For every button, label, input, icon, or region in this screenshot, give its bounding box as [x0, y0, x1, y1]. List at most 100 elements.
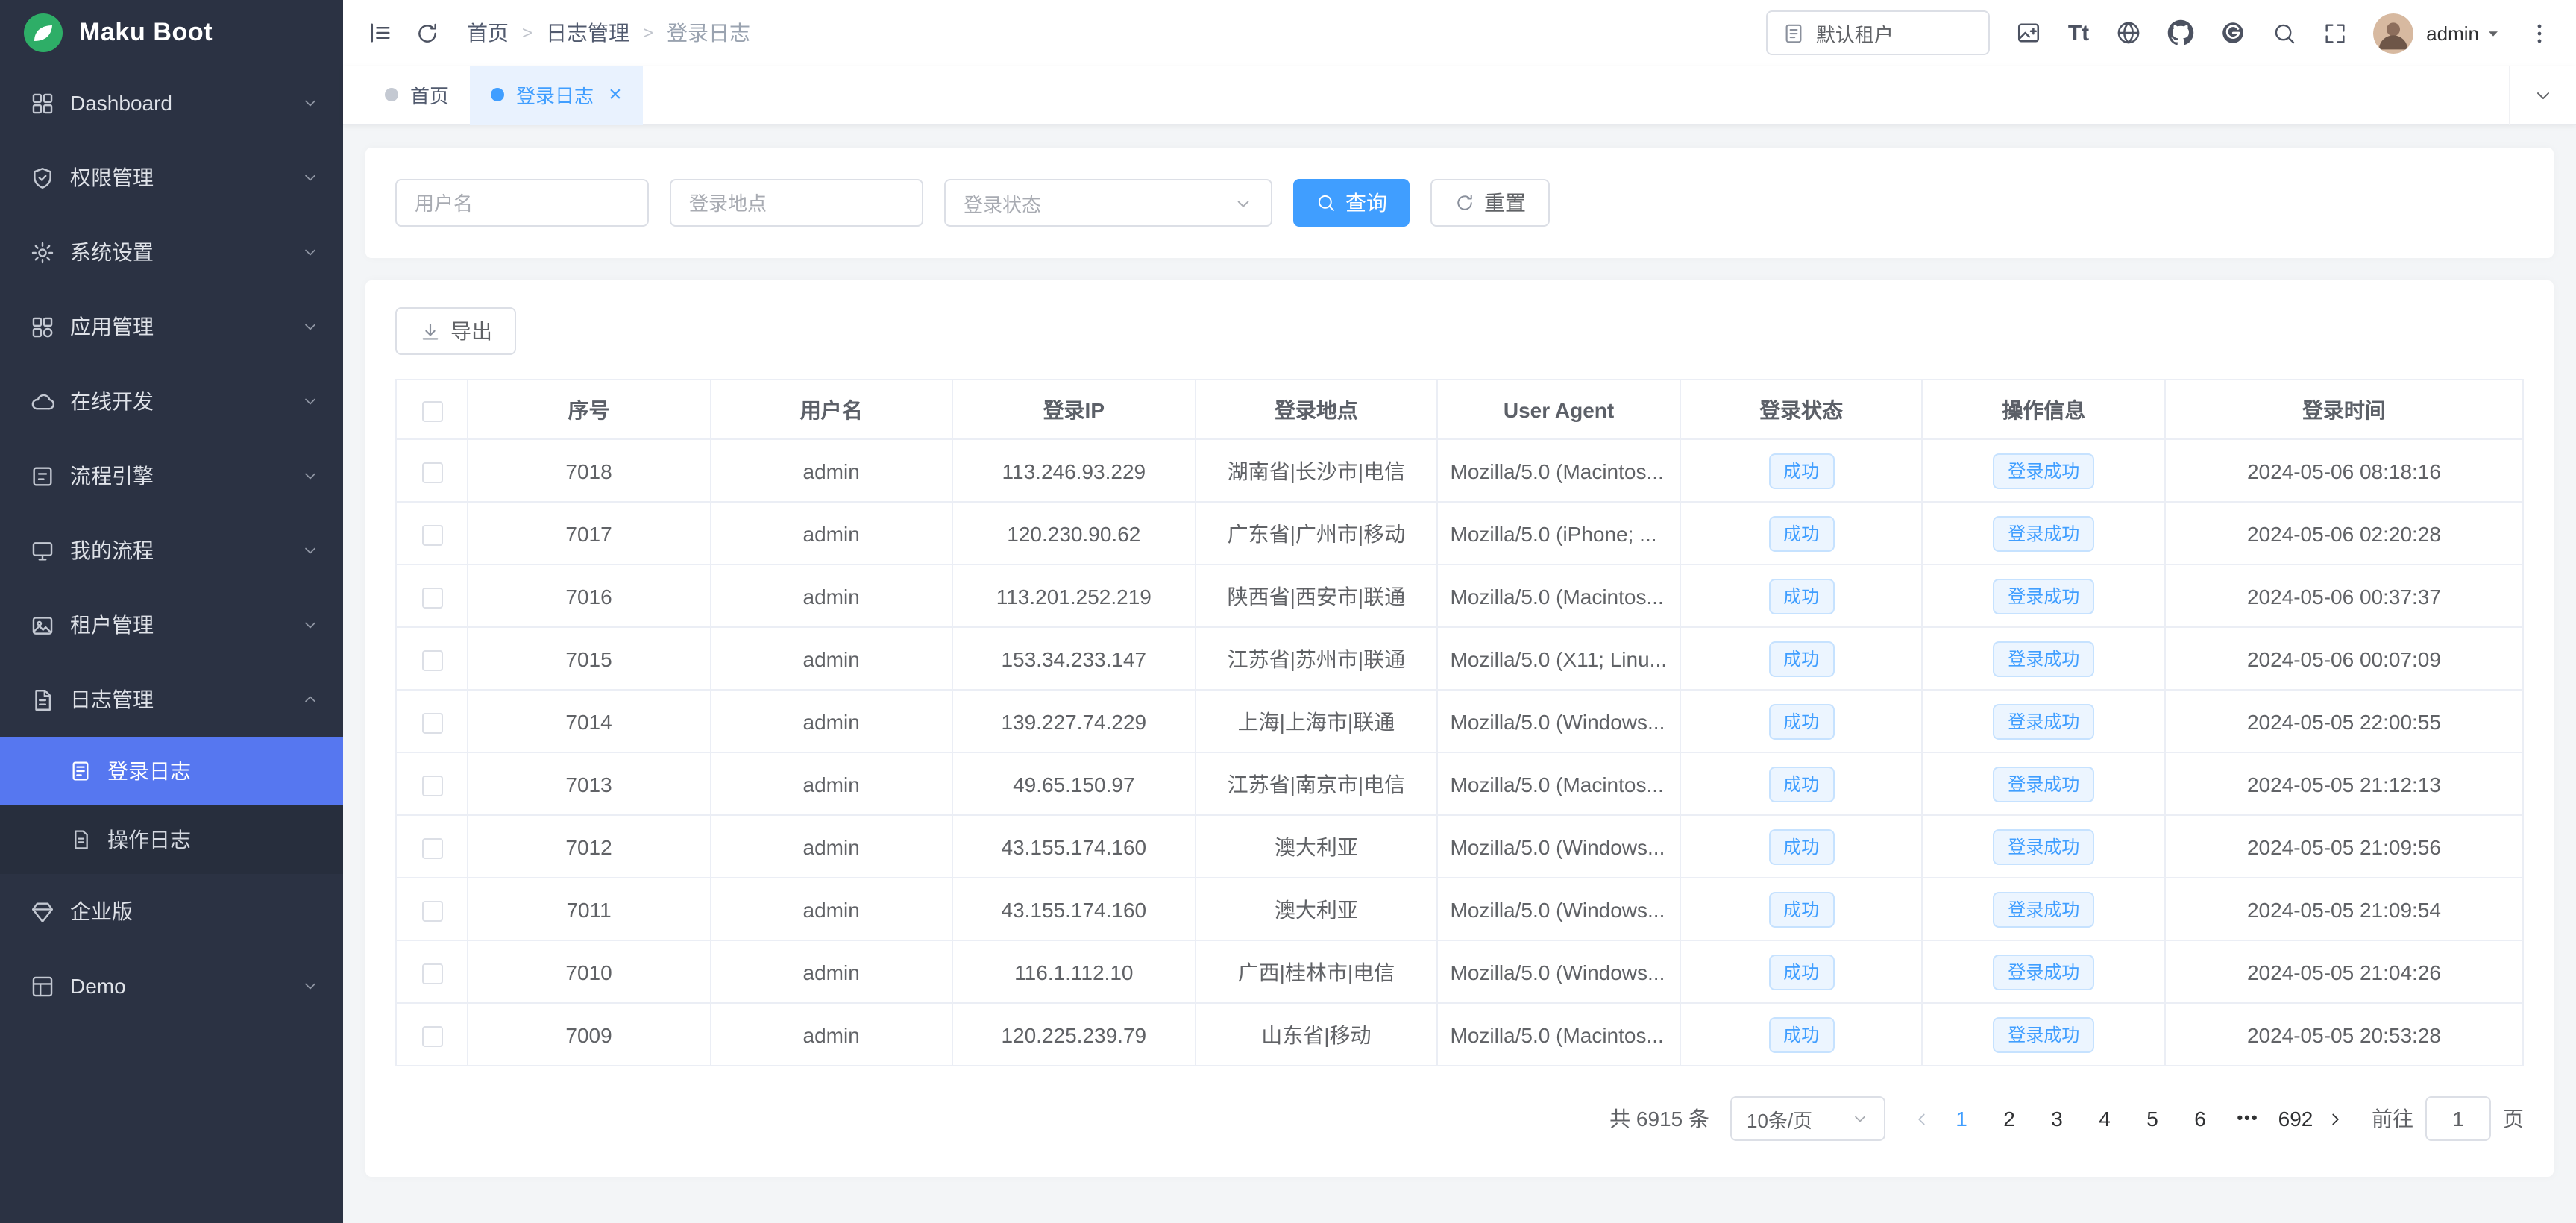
- cell-ip: 43.155.174.160: [952, 815, 1195, 878]
- sidebar-item-log-manage[interactable]: 日志管理: [0, 662, 343, 737]
- sidebar-item-login-log[interactable]: 登录日志: [0, 737, 343, 805]
- column-header[interactable]: 序号: [468, 380, 710, 439]
- language-button[interactable]: [2114, 19, 2141, 46]
- cell-user-agent: Mozilla/5.0 (Windows...: [1438, 690, 1680, 752]
- breadcrumb-item[interactable]: 首页: [467, 18, 509, 48]
- gear-icon: [30, 239, 55, 265]
- operation-badge[interactable]: 登录成功: [1993, 891, 2094, 927]
- column-header[interactable]: 用户名: [710, 380, 952, 439]
- github-button[interactable]: [2167, 19, 2193, 46]
- cell-ip: 153.34.233.147: [952, 627, 1195, 690]
- operation-badge[interactable]: 登录成功: [1993, 641, 2094, 676]
- tabs-dropdown-button[interactable]: [2509, 65, 2576, 125]
- operation-badge[interactable]: 登录成功: [1993, 1016, 2094, 1052]
- sidebar-item-permission[interactable]: 权限管理: [0, 140, 343, 215]
- sidebar-item-app-manage[interactable]: 应用管理: [0, 289, 343, 364]
- column-header[interactable]: 登录状态: [1680, 380, 1923, 439]
- page-number[interactable]: 4: [2082, 1096, 2127, 1141]
- cell-username: admin: [710, 565, 952, 627]
- page-number[interactable]: 2: [1987, 1096, 2032, 1141]
- column-header[interactable]: 登录IP: [952, 380, 1195, 439]
- row-checkbox[interactable]: [421, 462, 442, 482]
- operation-badge[interactable]: 登录成功: [1993, 515, 2094, 551]
- column-header[interactable]: 操作信息: [1923, 380, 2165, 439]
- row-checkbox[interactable]: [421, 1025, 442, 1046]
- row-checkbox[interactable]: [421, 900, 442, 921]
- cell-time: 2024-05-05 22:00:55: [2165, 690, 2523, 752]
- username-input[interactable]: [395, 179, 649, 227]
- row-checkbox[interactable]: [421, 712, 442, 733]
- status-badge: 成功: [1768, 954, 1834, 990]
- table-row: 7014 admin 139.227.74.229 上海|上海市|联通 Mozi…: [396, 690, 2523, 752]
- sidebar-item-workflow-engine[interactable]: 流程引擎: [0, 438, 343, 513]
- page-number[interactable]: 3: [2035, 1096, 2079, 1141]
- font-size-button[interactable]: Tt: [2068, 20, 2089, 45]
- tab-login-log[interactable]: 登录日志×: [470, 65, 643, 125]
- location-input[interactable]: [670, 179, 923, 227]
- export-button[interactable]: 导出: [395, 307, 516, 355]
- watermark-button[interactable]: [2016, 19, 2043, 46]
- operation-badge[interactable]: 登录成功: [1993, 954, 2094, 990]
- status-select[interactable]: 登录状态: [944, 179, 1272, 227]
- sidebar-item-my-flows[interactable]: 我的流程: [0, 513, 343, 588]
- refresh-button[interactable]: [415, 20, 440, 45]
- next-page-button[interactable]: [2319, 1103, 2351, 1134]
- row-checkbox[interactable]: [421, 650, 442, 670]
- page-number-last[interactable]: 692: [2273, 1096, 2318, 1141]
- row-checkbox[interactable]: [421, 837, 442, 858]
- search-button-header[interactable]: [2271, 20, 2296, 45]
- sidebar-item-operation-log[interactable]: 操作日志: [0, 805, 343, 874]
- row-checkbox[interactable]: [421, 524, 442, 545]
- select-all-checkbox[interactable]: [421, 400, 442, 421]
- fullscreen-button[interactable]: [2322, 20, 2347, 45]
- status-badge: 成功: [1768, 703, 1834, 739]
- page-size-select[interactable]: 10条/页: [1730, 1096, 1885, 1141]
- app-logo[interactable]: Maku Boot: [0, 0, 343, 66]
- tenant-select[interactable]: 默认租户: [1767, 10, 1991, 55]
- cell-operation: 登录成功: [1923, 815, 2165, 878]
- reset-button[interactable]: 重置: [1430, 179, 1550, 227]
- operation-badge[interactable]: 登录成功: [1993, 829, 2094, 864]
- sidebar-item-demo[interactable]: Demo: [0, 949, 343, 1023]
- page-number[interactable]: 5: [2130, 1096, 2175, 1141]
- prev-page-button[interactable]: [1906, 1103, 1938, 1134]
- avatar[interactable]: [2372, 13, 2413, 53]
- cell-location: 山东省|移动: [1195, 1003, 1437, 1066]
- sidebar-item-enterprise[interactable]: 企业版: [0, 874, 343, 949]
- row-checkbox[interactable]: [421, 775, 442, 796]
- status-select-placeholder: 登录状态: [964, 189, 1041, 217]
- breadcrumb-item[interactable]: 登录日志: [667, 18, 750, 48]
- more-pages[interactable]: •••: [2225, 1096, 2270, 1141]
- cell-username: admin: [710, 502, 952, 565]
- operation-badge[interactable]: 登录成功: [1993, 453, 2094, 488]
- cell-user-agent: Mozilla/5.0 (Windows...: [1438, 815, 1680, 878]
- breadcrumb-item[interactable]: 日志管理: [546, 18, 629, 48]
- more-settings-button[interactable]: [2527, 20, 2552, 45]
- table-row: 7015 admin 153.34.233.147 江苏省|苏州市|联通 Moz…: [396, 627, 2523, 690]
- sidebar-item-online-dev[interactable]: 在线开发: [0, 364, 343, 438]
- cell-operation: 登录成功: [1923, 878, 2165, 940]
- row-checkbox[interactable]: [421, 587, 442, 608]
- row-checkbox[interactable]: [421, 963, 442, 984]
- sidebar-item-dashboard[interactable]: Dashboard: [0, 66, 343, 140]
- search-button[interactable]: 查询: [1293, 179, 1410, 227]
- column-header[interactable]: 登录地点: [1195, 380, 1437, 439]
- goto-page-input[interactable]: [2425, 1096, 2491, 1141]
- column-header[interactable]: User Agent: [1438, 380, 1680, 439]
- page-number[interactable]: 6: [2178, 1096, 2222, 1141]
- sidebar-item-tenant-manage[interactable]: 租户管理: [0, 588, 343, 662]
- tab-home[interactable]: 首页: [364, 65, 470, 125]
- column-header[interactable]: 登录时间: [2165, 380, 2523, 439]
- operation-badge[interactable]: 登录成功: [1993, 578, 2094, 614]
- monitor-icon: [30, 538, 55, 563]
- content: 登录状态 查询 重置 导出: [343, 125, 2576, 1223]
- cell-location: 江苏省|南京市|电信: [1195, 752, 1437, 815]
- gitee-button[interactable]: [2219, 19, 2246, 46]
- page-number[interactable]: 1: [1939, 1096, 1984, 1141]
- sidebar-item-system-settings[interactable]: 系统设置: [0, 215, 343, 289]
- tab-close-icon[interactable]: ×: [609, 84, 622, 106]
- operation-badge[interactable]: 登录成功: [1993, 703, 2094, 739]
- collapse-sidebar-button[interactable]: [367, 19, 394, 46]
- user-menu[interactable]: admin: [2426, 22, 2501, 44]
- operation-badge[interactable]: 登录成功: [1993, 766, 2094, 802]
